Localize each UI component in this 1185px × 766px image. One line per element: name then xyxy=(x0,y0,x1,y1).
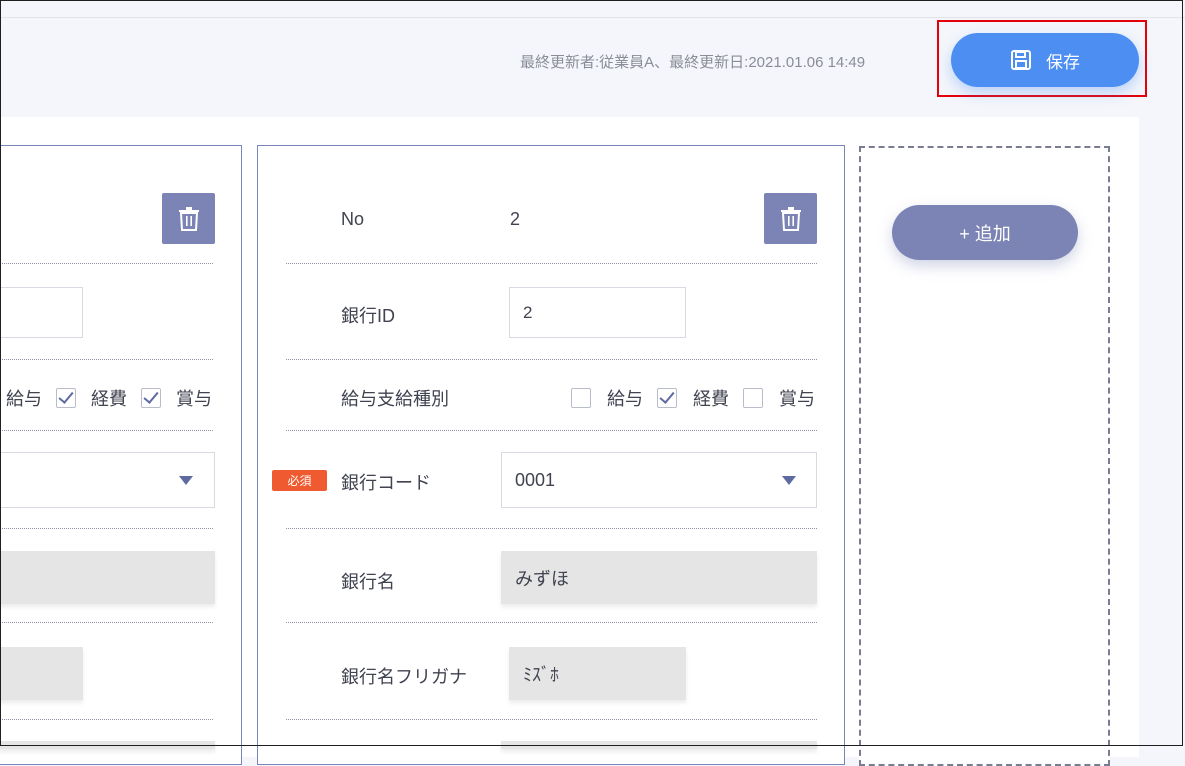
add-button[interactable]: + 追加 xyxy=(892,205,1078,260)
divider xyxy=(286,263,817,264)
checkbox-label-salary: 給与 xyxy=(607,389,643,409)
bank-code-label: 銀行コード xyxy=(341,473,431,493)
checkbox-bonus-card-1[interactable] xyxy=(141,388,161,408)
bank-id-value: 2 xyxy=(523,302,533,322)
no-value: 2 xyxy=(510,209,521,229)
bank-id-input-card-1[interactable] xyxy=(0,287,83,338)
toolbar-divider xyxy=(0,17,1185,18)
bank-code-select[interactable]: 0001 xyxy=(501,452,817,508)
delete-button-card-2[interactable] xyxy=(764,193,817,244)
payment-type-label: 給与支給種別 xyxy=(341,389,449,409)
required-badge: 必須 xyxy=(272,470,327,491)
bank-name-field: みずほ xyxy=(501,551,817,604)
checkbox-expense-card-1[interactable] xyxy=(56,388,76,408)
divider xyxy=(286,430,817,431)
save-button[interactable]: 保存 xyxy=(951,33,1139,87)
checkbox-expense[interactable] xyxy=(657,388,677,408)
divider xyxy=(0,622,213,623)
bank-id-label: 銀行ID xyxy=(341,306,395,326)
checkbox-label-salary-card-1: 給与 xyxy=(6,389,42,409)
save-button-label: 保存 xyxy=(1046,52,1080,72)
divider xyxy=(286,719,817,720)
divider xyxy=(0,430,213,431)
checkbox-label-expense: 経費 xyxy=(693,389,729,409)
checkbox-label-expense-card-1: 経費 xyxy=(91,389,127,409)
bank-code-value: 0001 xyxy=(515,469,556,490)
divider xyxy=(0,263,213,264)
no-label: No xyxy=(341,209,365,229)
floppy-disk-icon xyxy=(1011,50,1031,70)
bank-kana-label: 銀行名フリガナ xyxy=(341,667,467,687)
bank-kana-field: ﾐｽﾞﾎ xyxy=(509,647,686,700)
bank-kana-value: ﾐｽﾞﾎ xyxy=(523,664,559,685)
bank-name-field-card-1 xyxy=(0,551,215,604)
add-button-label: + 追加 xyxy=(959,223,1011,244)
chevron-down-icon xyxy=(179,476,193,485)
divider xyxy=(286,528,817,529)
divider xyxy=(0,719,213,720)
checkbox-salary[interactable] xyxy=(571,388,591,408)
chevron-down-icon xyxy=(782,476,796,485)
last-updated-text: 最終更新者:従業員A、最終更新日:2021.01.06 14:49 xyxy=(520,54,866,71)
bank-name-value: みずほ xyxy=(515,568,569,589)
divider xyxy=(0,359,213,360)
delete-button-card-1[interactable] xyxy=(162,193,215,244)
checkbox-bonus[interactable] xyxy=(743,388,763,408)
checkbox-label-bonus-card-1: 賞与 xyxy=(176,389,212,409)
bank-id-input[interactable]: 2 xyxy=(509,287,686,338)
trash-icon xyxy=(178,206,199,231)
bank-name-label: 銀行名 xyxy=(341,572,395,592)
checkbox-label-bonus: 賞与 xyxy=(779,389,815,409)
divider xyxy=(0,528,213,529)
divider xyxy=(286,359,817,360)
trash-icon xyxy=(780,206,801,231)
divider xyxy=(286,622,817,623)
bank-kana-field-card-1 xyxy=(0,647,83,700)
